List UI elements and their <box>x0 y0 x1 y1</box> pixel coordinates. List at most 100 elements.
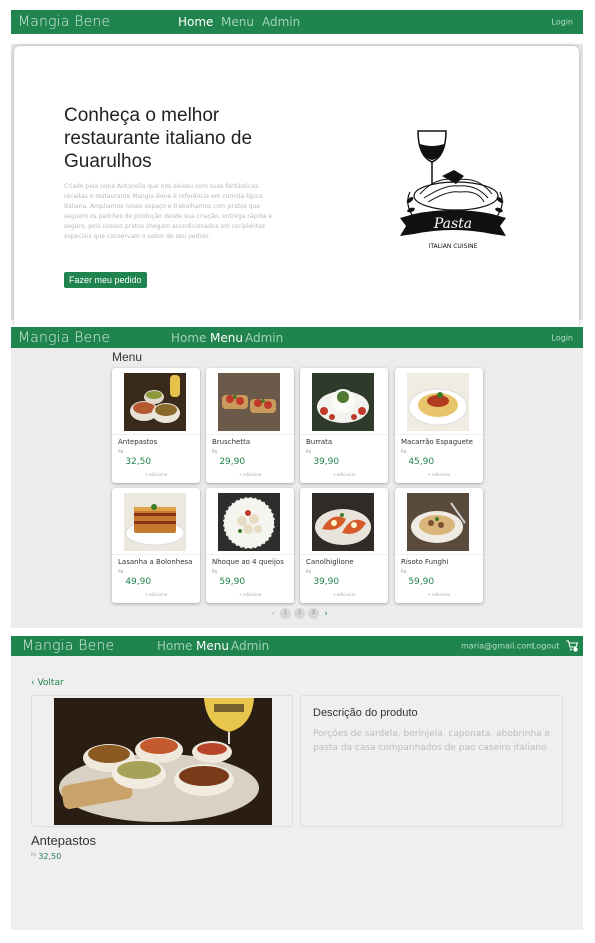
order-button[interactable]: Fazer meu pedido <box>64 272 147 288</box>
product-image <box>124 373 186 431</box>
add-to-cart-link[interactable]: + adicionar <box>395 592 483 597</box>
product-image <box>124 493 186 551</box>
divider <box>300 434 388 435</box>
product-price: R$59,90 <box>401 569 434 588</box>
product-price: R$32,50 <box>31 852 61 861</box>
price-value: 32,50 <box>38 852 62 861</box>
product-price: R$32,50 <box>118 449 151 468</box>
navbar-home-page: Mangia Bene Home Menu Admin Login <box>11 10 583 34</box>
nav-link-home[interactable]: Home <box>178 15 213 29</box>
currency-label: R$ <box>118 449 124 454</box>
back-link[interactable]: ‹ Voltar <box>31 678 64 688</box>
product-description-box: Descrição do produto Porções de sardela,… <box>300 695 563 827</box>
product-card[interactable]: Lasanha a Bolonhesa R$49,90 + adicionar <box>112 488 200 603</box>
add-to-cart-link[interactable]: + adicionar <box>206 472 294 477</box>
nav-link-menu[interactable]: Menu <box>221 15 254 29</box>
product-card[interactable]: Bruschetta R$29,90 + adicionar <box>206 368 294 483</box>
product-price: R$49,90 <box>118 569 151 588</box>
pagination: ‹ 1 2 3 › <box>269 608 330 619</box>
divider <box>112 434 200 435</box>
add-to-cart-link[interactable]: + adicionar <box>300 472 388 477</box>
price-value: 45,90 <box>408 457 435 467</box>
add-to-cart-link[interactable]: + adicionar <box>206 592 294 597</box>
price-value: 39,90 <box>313 457 340 467</box>
nav-link-menu[interactable]: Menu <box>210 331 243 345</box>
price-value: 32,50 <box>125 457 152 467</box>
add-to-cart-link[interactable]: + adicionar <box>112 592 200 597</box>
add-to-cart-link[interactable]: + adicionar <box>395 472 483 477</box>
product-name: Macarrão Espaguete <box>401 438 473 446</box>
product-card[interactable]: Macarrão Espaguete R$45,90 + adicionar <box>395 368 483 483</box>
hero-card: Conheça o melhor restaurante italiano de… <box>14 46 579 330</box>
currency-label: R$ <box>31 852 37 857</box>
product-card[interactable]: Antepastos R$32,50 + adicionar <box>112 368 200 483</box>
product-card[interactable]: Nhoque ao 4 queijos R$59,90 + adicionar <box>206 488 294 603</box>
currency-label: R$ <box>401 449 407 454</box>
price-value: 59,90 <box>219 577 246 587</box>
add-to-cart-link[interactable]: + adicionar <box>112 472 200 477</box>
currency-label: R$ <box>212 449 218 454</box>
logout-link[interactable]: Logout <box>532 642 559 651</box>
login-link[interactable]: Login <box>551 333 573 342</box>
nav-link-home[interactable]: Home <box>157 639 192 653</box>
divider <box>300 554 388 555</box>
product-name: Bruschetta <box>212 438 251 446</box>
product-card[interactable]: Canolhiglione R$39,90 + adicionar <box>300 488 388 603</box>
product-name: Antepastos <box>118 438 158 446</box>
currency-label: R$ <box>118 569 124 574</box>
product-title: Antepastos <box>31 833 97 848</box>
divider <box>206 434 294 435</box>
price-value: 29,90 <box>219 457 246 467</box>
product-card[interactable]: Risoto Funghi R$59,90 + adicionar <box>395 488 483 603</box>
page-button-3[interactable]: 3 <box>308 608 319 619</box>
cart-icon[interactable] <box>566 640 579 652</box>
product-price: R$59,90 <box>212 569 245 588</box>
brand-logo[interactable]: Mangia Bene <box>22 638 114 654</box>
product-price: R$29,90 <box>212 449 245 468</box>
brand-logo[interactable]: Mangia Bene <box>18 14 110 30</box>
product-detail-panel: ‹ Voltar Descrição do produto Porções de… <box>11 656 583 930</box>
product-image <box>312 373 374 431</box>
product-name: Canolhiglione <box>306 558 354 566</box>
divider <box>395 554 483 555</box>
product-name: Lasanha a Bolonhesa <box>118 558 193 566</box>
navbar-detail-page: Mangia Bene Home Menu Admin maria@gmail.… <box>11 636 583 656</box>
product-image-box <box>31 695 293 827</box>
divider <box>395 434 483 435</box>
product-image <box>218 373 280 431</box>
pasta-logo-text: Pasta <box>433 216 472 232</box>
product-name: Nhoque ao 4 queijos <box>212 558 284 566</box>
brand-logo[interactable]: Mangia Bene <box>18 330 110 346</box>
nav-link-home[interactable]: Home <box>171 331 206 345</box>
divider <box>112 554 200 555</box>
description-text: Porções de sardela, berinjela, caponata,… <box>313 729 551 753</box>
product-card[interactable]: Burrata R$39,90 + adicionar <box>300 368 388 483</box>
description-title: Descrição do produto <box>313 707 418 719</box>
pasta-logo-icon: Pasta ITALIAN CUISINE <box>400 130 506 250</box>
currency-label: R$ <box>401 569 407 574</box>
product-price: R$39,90 <box>306 449 339 468</box>
nav-link-admin[interactable]: Admin <box>245 331 283 345</box>
login-link[interactable]: Login <box>551 18 573 27</box>
page-button-2[interactable]: 2 <box>294 608 305 619</box>
user-email: maria@gmail.com <box>461 641 534 651</box>
hero-title: Conheça o melhor restaurante italiano de… <box>64 105 253 172</box>
nav-link-menu[interactable]: Menu <box>196 639 229 653</box>
add-to-cart-link[interactable]: + adicionar <box>300 592 388 597</box>
product-price: R$45,90 <box>401 449 434 468</box>
chevron-left-icon[interactable]: ‹ <box>269 609 277 619</box>
product-image <box>407 373 469 431</box>
nav-link-admin[interactable]: Admin <box>231 639 269 653</box>
product-image <box>218 493 280 551</box>
price-value: 49,90 <box>125 577 152 587</box>
pasta-logo-subtext: ITALIAN CUISINE <box>429 243 478 250</box>
divider <box>206 554 294 555</box>
product-photo <box>54 698 272 825</box>
nav-link-admin[interactable]: Admin <box>262 15 300 29</box>
menu-panel: Menu Antepastos R$32,50 + adicionar Brus… <box>11 348 583 628</box>
product-name: Risoto Funghi <box>401 558 449 566</box>
price-value: 39,90 <box>313 577 340 587</box>
page-button-1[interactable]: 1 <box>280 608 291 619</box>
product-image <box>312 493 374 551</box>
chevron-right-icon[interactable]: › <box>322 609 330 619</box>
